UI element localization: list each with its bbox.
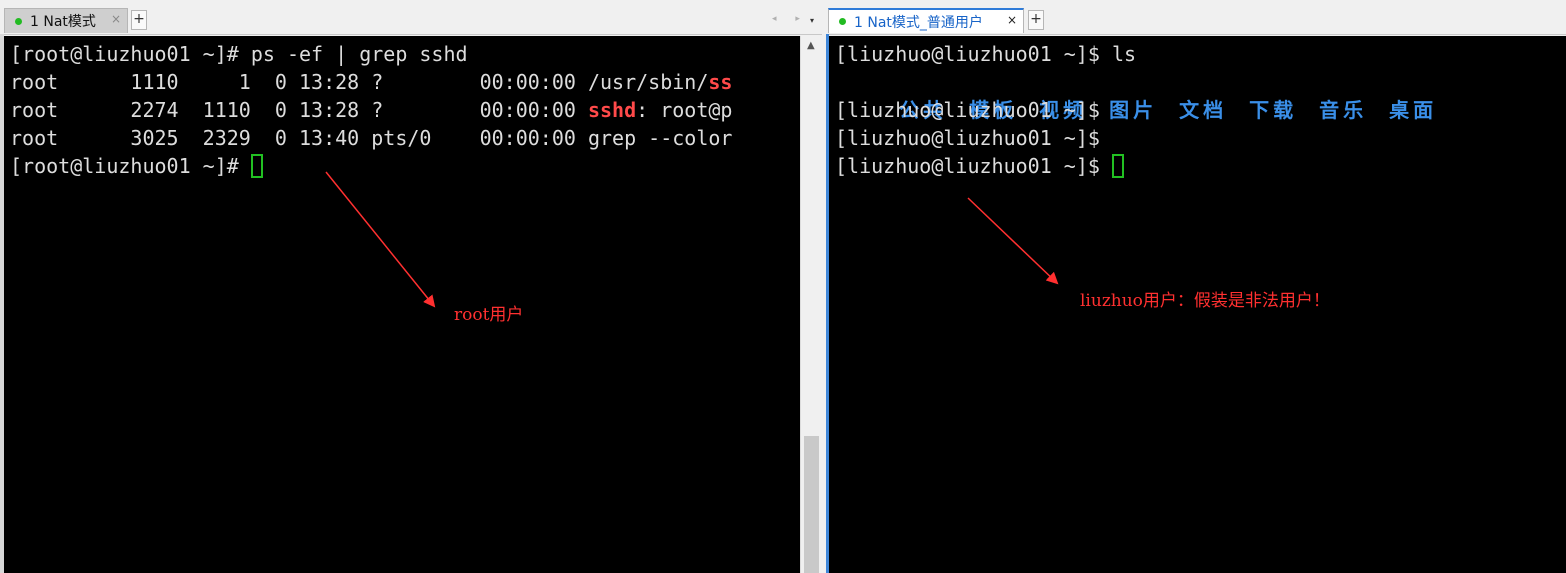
annotation-root-user: root用户 [454,305,524,325]
annotation-liuzhuo-user: liuzhuo用户：假装是非法用户！ [1080,291,1330,311]
left-annotation-arrow [325,171,436,308]
right-annotation-arrow [967,197,1059,285]
annotation-arrows [325,171,1059,308]
